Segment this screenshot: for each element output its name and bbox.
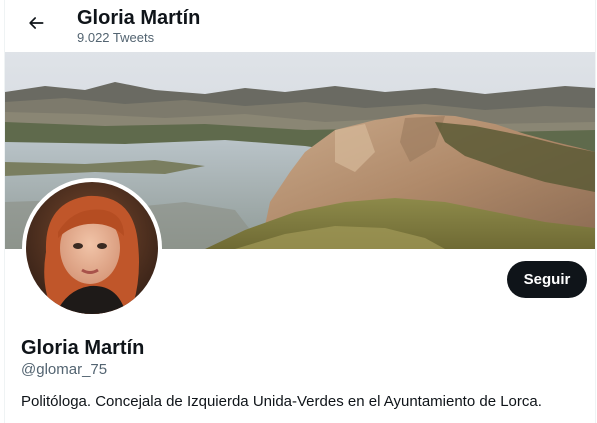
profile-handle: @glomar_75 [21, 361, 108, 378]
profile-display-name: Gloria Martín [21, 337, 145, 359]
profile-photo [26, 182, 158, 314]
avatar[interactable] [22, 178, 162, 318]
follow-button[interactable]: Seguir [507, 261, 587, 298]
header-title: Gloria Martín [77, 7, 201, 29]
back-button[interactable] [19, 8, 53, 42]
profile-bio: Politóloga. Concejala de Izquierda Unida… [21, 393, 542, 410]
arrow-left-icon [26, 13, 46, 38]
profile-page: Gloria Martín 9.022 Tweets Seguir Gloria… [0, 0, 597, 423]
profile-header: Gloria Martín 9.022 Tweets [5, 0, 595, 50]
tweet-count: 9.022 Tweets [77, 30, 155, 45]
right-border [595, 0, 596, 423]
